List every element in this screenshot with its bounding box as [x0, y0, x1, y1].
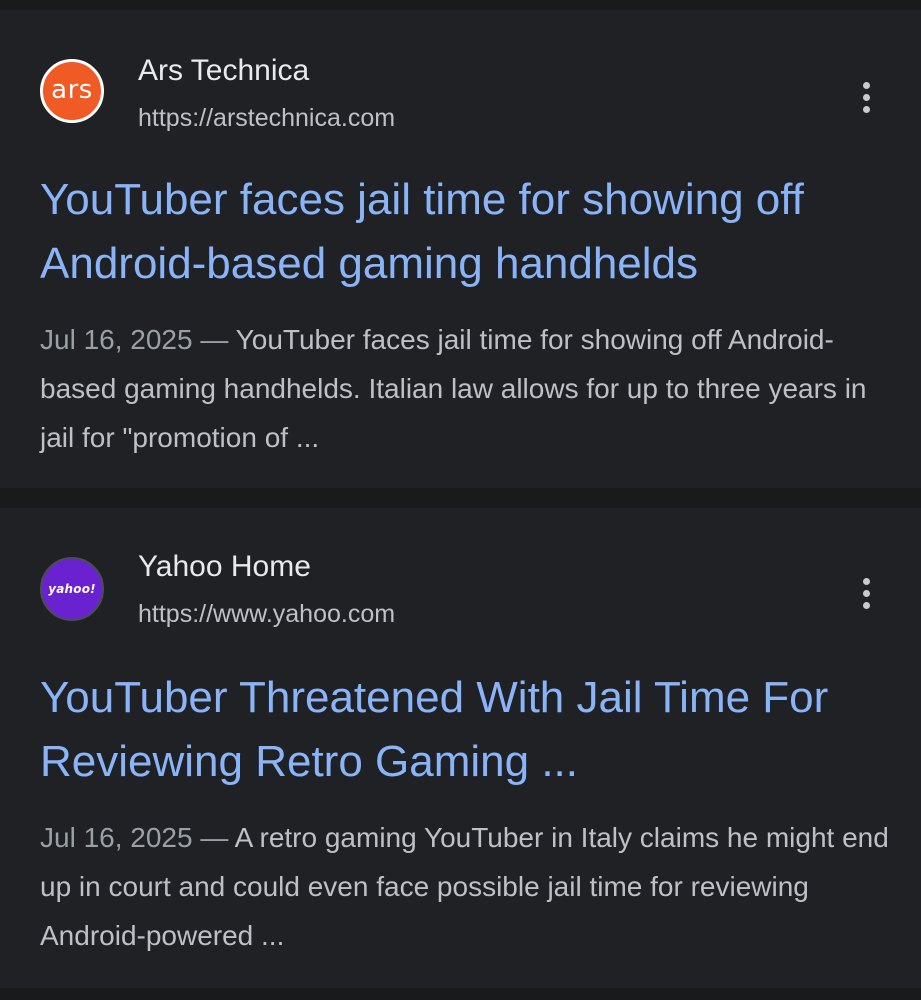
site-url[interactable]: https://arstechnica.com — [138, 103, 395, 133]
result-title-link[interactable]: YouTuber Threatened With Jail Time For R… — [40, 666, 890, 794]
more-vert-icon-dot — [862, 589, 870, 597]
result-date: Jul 16, 2025 — [40, 822, 193, 853]
result-snippet: Jul 16, 2025 — YouTuber faces jail time … — [40, 315, 890, 462]
more-options-button[interactable] — [850, 75, 882, 119]
more-vert-icon-dot — [862, 105, 870, 113]
more-vert-icon-dot — [862, 601, 870, 609]
search-result-card[interactable]: yahoo! Yahoo Home https://www.yahoo.com … — [0, 508, 921, 988]
site-url[interactable]: https://www.yahoo.com — [138, 599, 395, 629]
more-vert-icon-dot — [862, 93, 870, 101]
result-date: Jul 16, 2025 — [40, 324, 193, 355]
favicon-logo-text: yahoo! — [48, 582, 96, 596]
more-options-button[interactable] — [850, 571, 882, 615]
result-title-link[interactable]: YouTuber faces jail time for showing off… — [40, 168, 890, 296]
more-vert-icon-dot — [862, 81, 870, 89]
site-name[interactable]: Ars Technica — [138, 53, 309, 89]
search-result-card[interactable]: ars Ars Technica https://arstechnica.com… — [0, 10, 921, 488]
search-results-feed: ars Ars Technica https://arstechnica.com… — [0, 0, 921, 1000]
site-favicon: ars — [40, 59, 104, 123]
result-snippet: Jul 16, 2025 — A retro gaming YouTuber i… — [40, 813, 890, 960]
site-favicon: yahoo! — [40, 557, 104, 621]
date-separator: — — [192, 324, 236, 355]
more-vert-icon-dot — [862, 577, 870, 585]
favicon-logo-text: ars — [51, 75, 93, 105]
date-separator: — — [192, 822, 235, 853]
site-name[interactable]: Yahoo Home — [138, 549, 311, 585]
